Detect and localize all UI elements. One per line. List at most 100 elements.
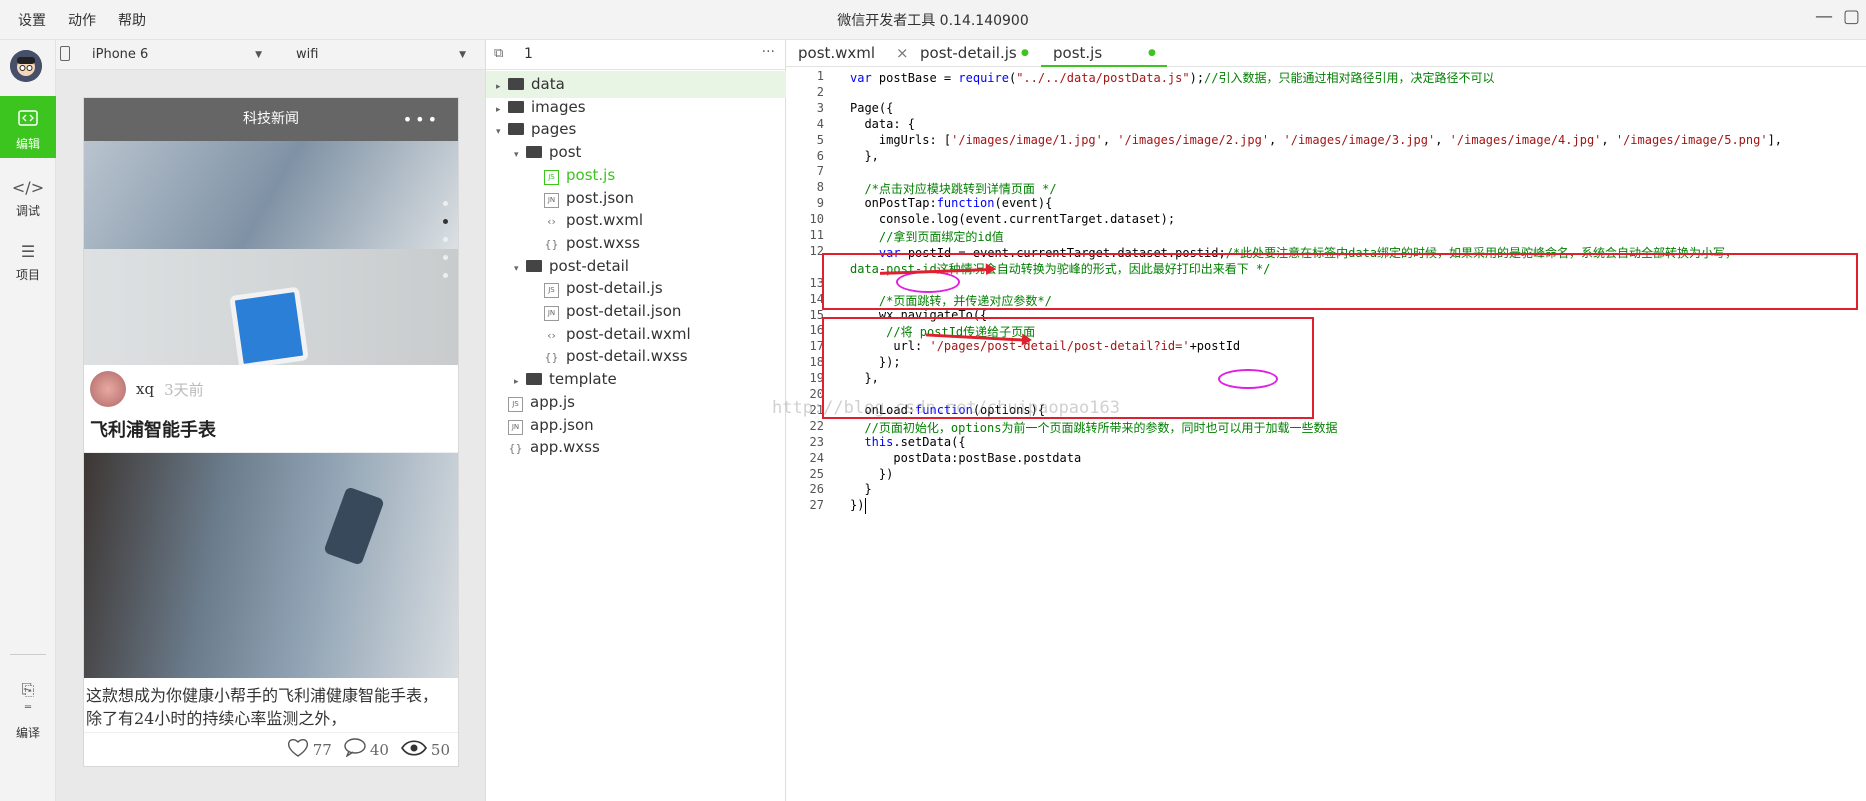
line-number: 15 [809,307,824,322]
heart-icon [287,738,309,761]
nav-project[interactable]: ☰ 项目 [0,236,56,292]
wxss-file-icon: {} [508,442,523,456]
line-number: 11 [809,228,824,242]
code-line: console.log(event.currentTarget.dataset)… [850,212,1176,227]
json-file-icon: JN [544,192,559,208]
nav-edit[interactable]: 编辑 [0,96,56,158]
annotation-ellipse [1218,369,1278,389]
tree-icon[interactable]: ⧉ [494,46,503,61]
code-line: onPostTap:function(event){ [850,196,1053,211]
eye-icon [400,739,427,760]
network-select[interactable]: wifi ▼ [296,40,466,70]
json-file-icon: JN [508,419,523,435]
tree-item-label: pages [531,120,577,139]
tree-item-label: post.wxss [566,233,640,252]
folder-icon [526,259,542,272]
line-number: 18 [809,355,824,370]
code-line: }) [850,466,894,481]
menu-settings[interactable]: 设置 [18,10,46,30]
nav-compile-label: 编译 [15,726,40,740]
author-avatar [90,371,126,407]
tab-post-detail-js[interactable]: post-detail.js ● [908,40,1038,67]
tree-item-label: post-detail.json [566,302,682,320]
side-nav: 编辑 </> 调试 ☰ 项目 ⎘ ⁼ 编译 [0,40,56,801]
restore-icon[interactable]: ▢ [1843,6,1860,27]
avatar[interactable] [10,50,42,82]
more-icon[interactable]: ••• [403,98,440,141]
swiper-dot [443,237,448,242]
annotation-box [822,253,1858,310]
nav-debug-label: 调试 [15,204,40,218]
line-number: 3 [816,100,824,115]
nav-edit-label: 编辑 [15,137,40,151]
window-title: 微信开发者工具 0.14.140900 [837,13,1029,29]
text-cursor [865,498,866,515]
chevron-down-icon: ▼ [459,50,466,60]
code-line: //拿到页面绑定的id值 [878,230,1004,244]
window-controls: — ▢ [1815,6,1860,27]
tree-item-app-wxss[interactable]: {} app.wxss [486,434,786,461]
line-number: 1 [816,69,824,83]
more-icon[interactable]: ··· [762,44,775,60]
device-select-value: iPhone 6 [92,47,149,62]
line-number: 14 [809,291,824,306]
phone-nav-title: 科技新闻 [243,111,299,127]
folder-icon [508,100,524,113]
code-line: postData:postBase.postdata [850,450,1082,465]
code-icon [0,110,56,131]
line-number: 10 [809,212,824,227]
views-count: 50 [430,740,450,759]
code-line: /*点击对应模块跳转到详情页面 */ [864,182,1057,197]
image-swiper[interactable] [84,141,458,365]
line-number: 24 [809,450,824,465]
tab-post-wxml[interactable]: post.wxml × [786,40,909,67]
tree-item-label: post.js [566,165,616,184]
swiper-dot-active [443,219,448,224]
device-select[interactable]: iPhone 6 ▼ [92,40,262,70]
modified-dot-icon: ● [1148,48,1156,58]
minimize-icon[interactable]: — [1815,6,1833,27]
menu-help[interactable]: 帮助 [118,10,146,30]
author-name: xq [136,380,155,398]
code-area[interactable]: 1 var postBase = require("../../data/post… [786,67,1866,801]
tree-item-label: post [549,143,582,162]
nav-project-label: 项目 [15,268,40,282]
tree-item-label: app.js [530,392,575,411]
line-number: 5 [816,132,824,147]
nav-compile[interactable]: ⎘ ⁼ 编译 [0,680,56,750]
views[interactable]: 50 [400,739,450,760]
likes[interactable]: 77 [287,738,332,761]
tree-item-label: post-detail [549,256,629,275]
list-icon: ☰ [20,242,36,261]
divider [10,654,46,655]
line-number: 16 [809,323,824,338]
post-author: xq 3天前 [84,365,458,413]
post-image[interactable] [84,453,458,678]
line-number: 13 [809,275,824,290]
tree-item-label: images [531,97,586,116]
swiper-dot [443,201,448,206]
js-file-icon: JS [508,396,523,412]
post-title[interactable]: 飞利浦智能手表 [84,413,458,453]
comments[interactable]: 40 [344,738,389,761]
menu-actions[interactable]: 动作 [68,10,96,30]
menu-bar: 设置 动作 帮助 [18,10,146,30]
code-line: } [850,482,872,497]
title-bar: 设置 动作 帮助 微信开发者工具 0.14.140900 — ▢ [0,0,1866,40]
likes-count: 77 [312,740,332,759]
close-icon[interactable]: × [896,40,909,67]
simulator-area: 科技新闻 ••• xq 3天前 飞利浦智能手表 这款想成为你健康小帮手的飞利浦健… [56,70,486,801]
tab-post-js[interactable]: post.js ● [1041,40,1167,67]
js-file-icon: JS [544,283,559,299]
tree-item-label: post-detail.wxss [566,347,688,366]
line-number: 8 [816,180,824,195]
network-select-value: wifi [296,47,319,62]
tree-item-label: post.json [566,188,634,207]
line-number: 26 [809,482,824,497]
nav-debug[interactable]: </> 调试 [0,172,56,228]
line-number: 9 [816,196,824,211]
tree-item-label: post-detail.js [566,279,663,298]
tab-label: post-detail.js [920,44,1017,62]
file-tree-toolbar: ⧉ 1 ··· [486,40,785,70]
comments-count: 40 [369,740,389,759]
